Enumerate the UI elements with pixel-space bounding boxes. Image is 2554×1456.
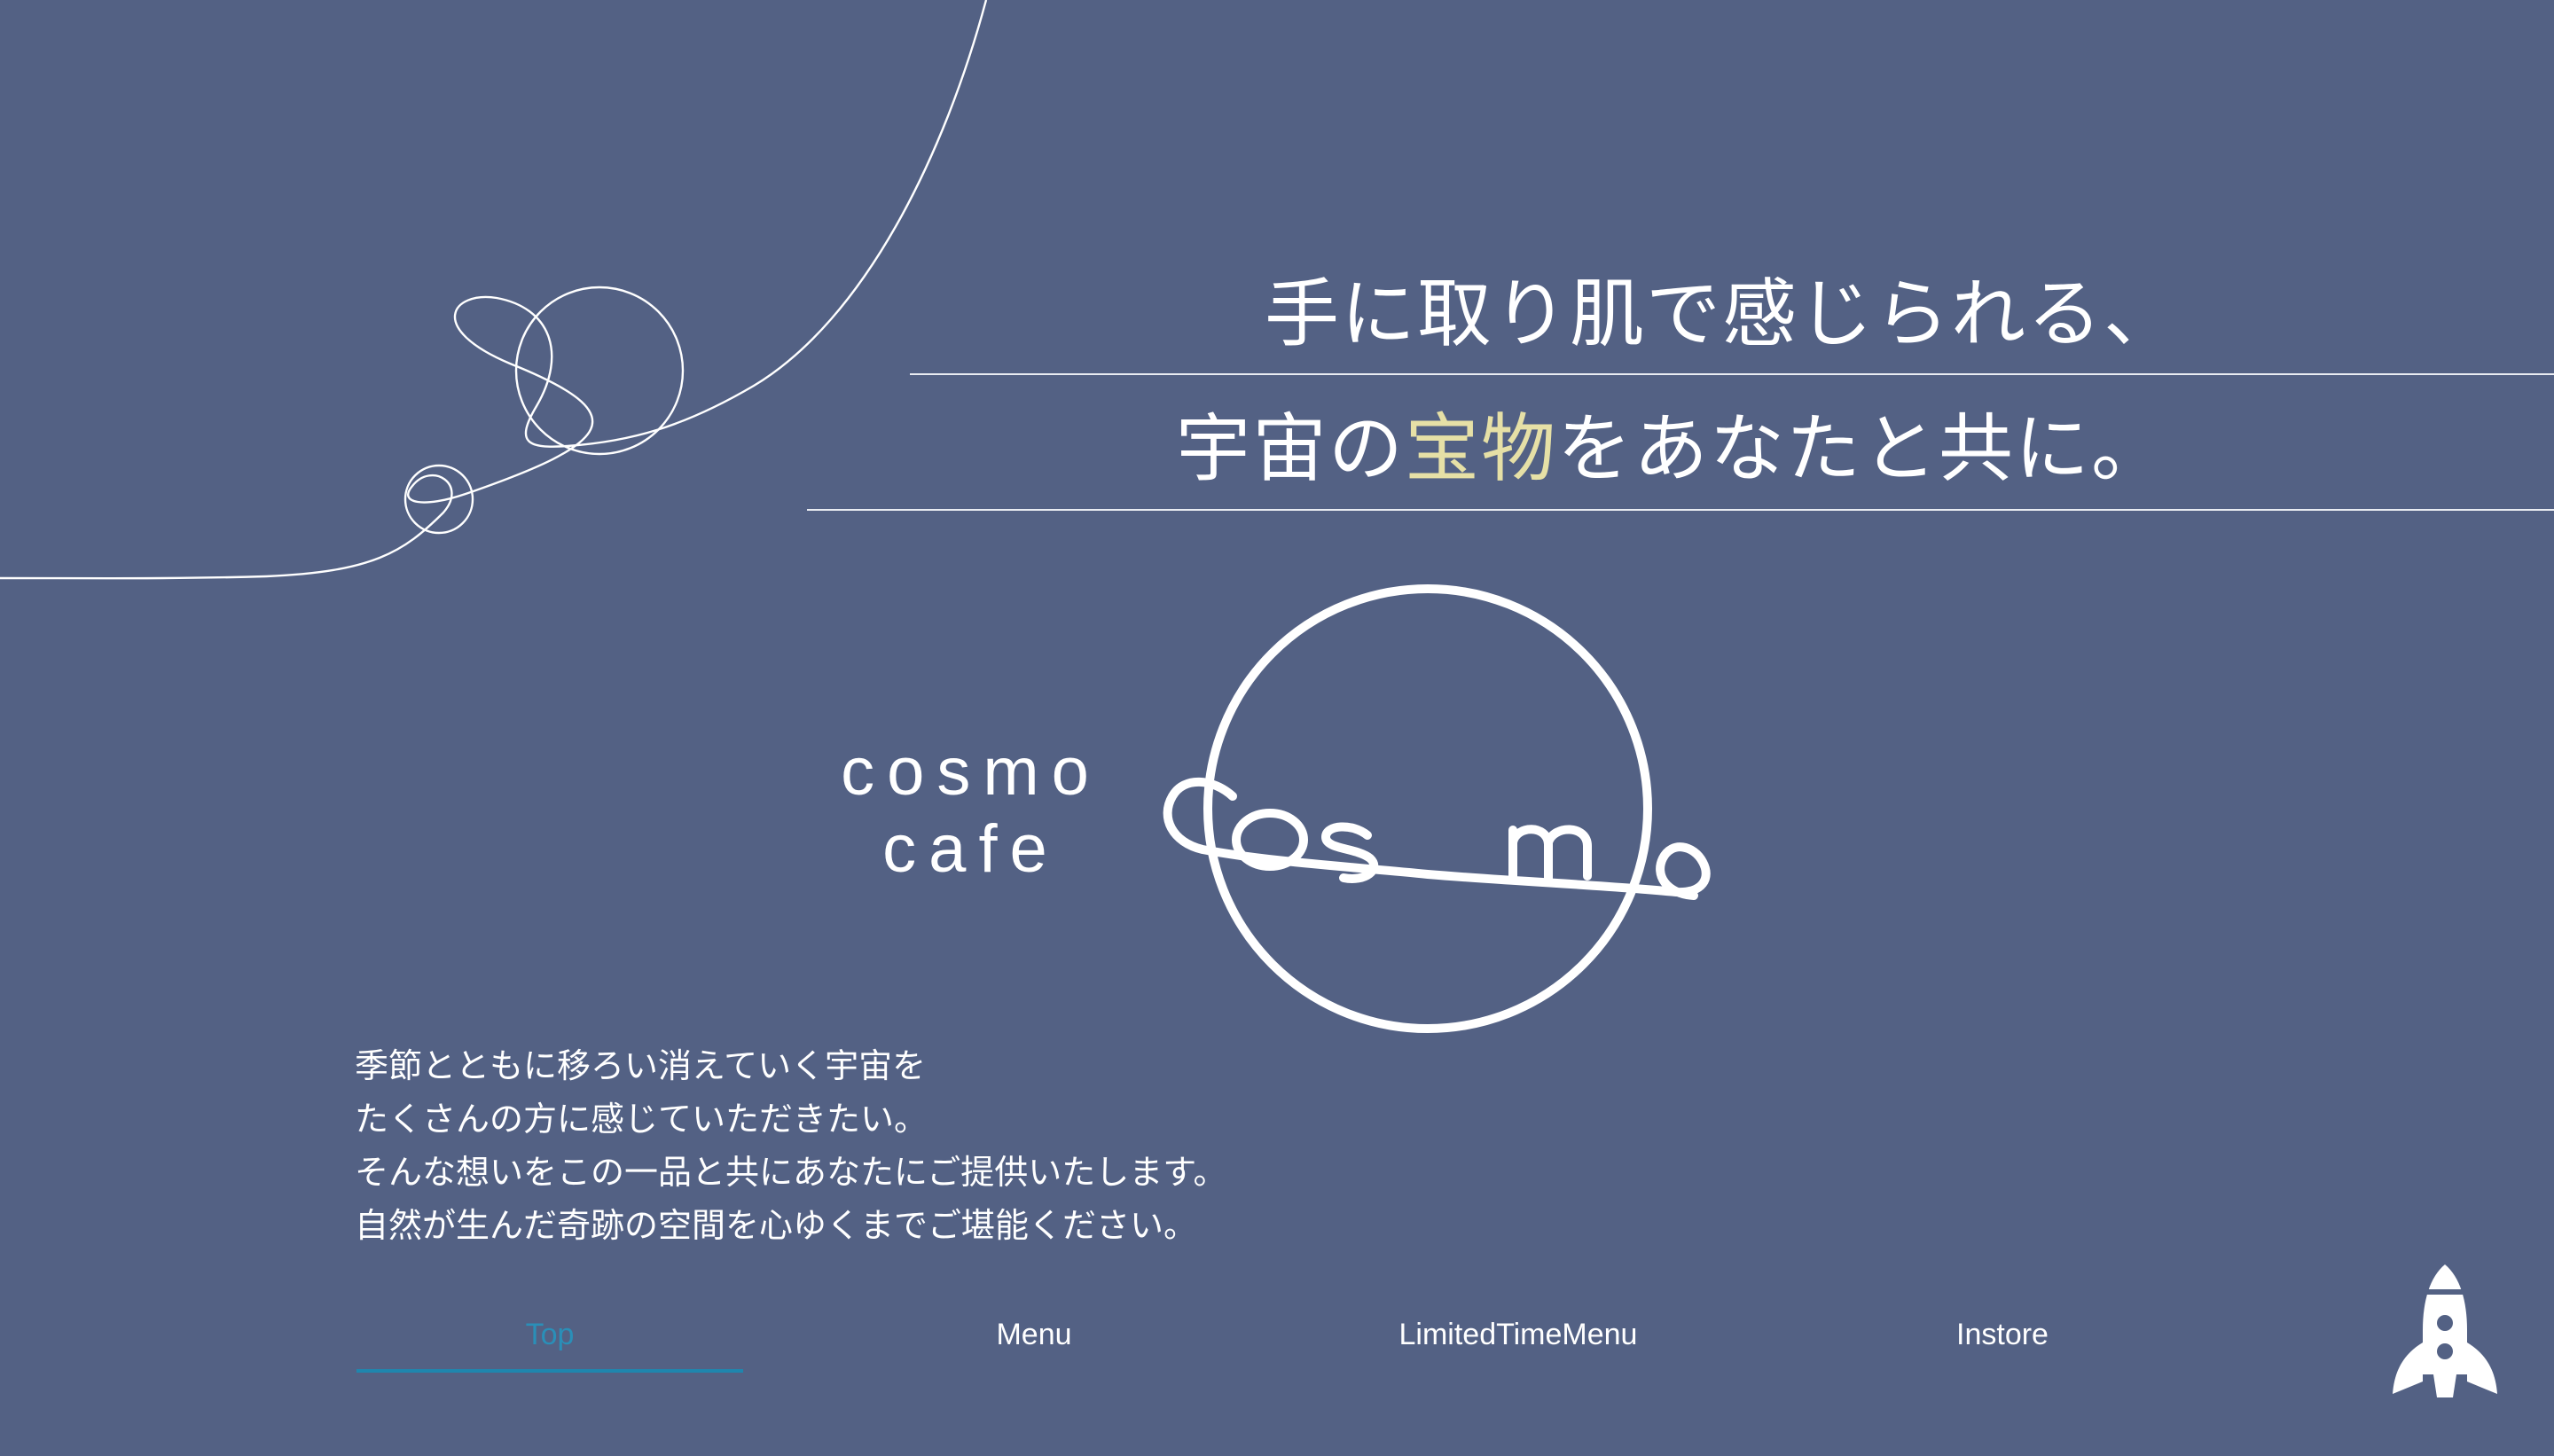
hero-divider-2 <box>807 509 2554 511</box>
brand-name: cosmo cafe <box>825 734 1117 888</box>
brand-name-line-2: cafe <box>882 810 1060 887</box>
hero-tagline-line-1: 手に取り肌で感じられる、 <box>1265 270 2181 357</box>
intro-text: 季節とともに移ろい消えていく宇宙を たくさんの方に感じていただきたい。 そんな想… <box>355 1039 1226 1252</box>
logo-letter-m <box>1508 825 1592 887</box>
logo-planet-circle <box>1203 584 1652 1033</box>
cosmo-logo <box>1163 584 1711 1033</box>
nav-item-menu[interactable]: Menu <box>841 1312 1227 1373</box>
orbit-path <box>0 0 988 580</box>
hero-tagline-line-2: 宇宙の宝物をあなたと共に。 <box>1176 411 2167 486</box>
hero-divider-1 <box>910 373 2554 375</box>
hero-tagline-prefix: 宇宙の <box>1176 405 1406 492</box>
hero-tagline-highlight: 宝物 <box>1405 405 1558 492</box>
logo-ring-letter-c <box>1163 777 1711 900</box>
main-navigation: Top Menu LimitedTimeMenu Instore <box>356 1312 2307 1376</box>
hero-tagline-suffix: をあなたと共に。 <box>1557 405 2168 492</box>
page: 手に取り肌で感じられる、 宇宙の宝物をあなたと共に。 cosmo cafe 季節… <box>0 0 2554 1456</box>
brand-name-line-1: cosmo <box>841 734 1101 810</box>
large-orbit-circle-decoration <box>514 286 685 456</box>
intro-line: そんな想いをこの一品と共にあなたにご提供いたします。 <box>355 1153 1227 1192</box>
orbit-line-decoration <box>0 0 988 580</box>
rocket-icon[interactable] <box>2387 1261 2503 1403</box>
intro-line: 自然が生んだ奇跡の空間を心ゆくまでご堪能ください。 <box>355 1206 1198 1245</box>
nav-item-top[interactable]: Top <box>356 1312 743 1373</box>
nav-item-limited-time-menu[interactable]: LimitedTimeMenu <box>1325 1312 1712 1373</box>
nav-item-instore[interactable]: Instore <box>1809 1312 2196 1373</box>
intro-line: 季節とともに移ろい消えていく宇宙を <box>355 1046 927 1085</box>
intro-line: たくさんの方に感じていただきたい。 <box>355 1100 928 1139</box>
